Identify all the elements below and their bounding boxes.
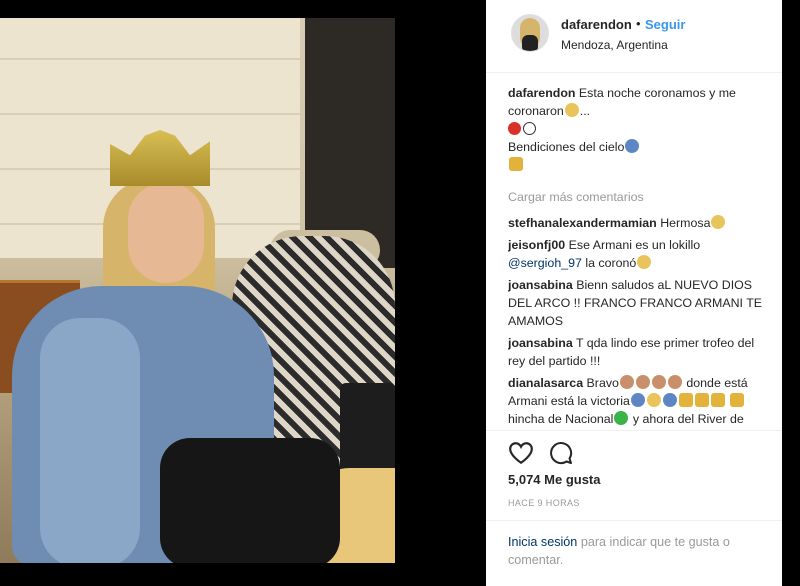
header-separator: • [636, 16, 641, 31]
raised-hands-emoji-icon [662, 393, 677, 407]
post-username[interactable]: dafarendon [561, 17, 632, 32]
comment-item: stefhanalexandermamian Hermosa [508, 214, 770, 232]
praying-emoji-icon [630, 393, 645, 407]
caption-username[interactable]: dafarendon [508, 86, 575, 100]
comment-item: dianalasarca Bravo donde está Armani est… [508, 374, 770, 430]
login-prompt: Inicia sesión para indicar que te gusta … [486, 520, 782, 567]
avatar[interactable] [511, 14, 549, 52]
post-header: dafarendon • Seguir Mendoza, Argentina [486, 0, 782, 73]
praying-emoji-icon [625, 139, 640, 153]
green-heart-icon [614, 411, 629, 425]
post-sidebar: dafarendon • Seguir Mendoza, Argentina d… [486, 0, 782, 586]
instagram-post-view: dafarendon • Seguir Mendoza, Argentina d… [0, 0, 800, 586]
post-timestamp: HACE 9 HORAS [508, 498, 580, 508]
comment-text: Ese Armani es un lokillo [568, 238, 701, 252]
comment-text-3: hincha de Nacional [508, 412, 614, 426]
trophy-icon [678, 393, 693, 407]
comment-username[interactable]: joansabina [508, 278, 573, 292]
comments-list: dafarendon Esta noche coronamos y me cor… [508, 84, 770, 430]
clap-emoji-icon [619, 375, 634, 389]
load-more-comments[interactable]: Cargar más comentarios [508, 188, 770, 206]
clap-emoji-icon [635, 375, 650, 389]
party-emoji-icon [637, 255, 652, 269]
comment-text-2: la coronó [585, 256, 637, 270]
photo-jacket-sleeve [40, 318, 140, 563]
red-circle-icon [508, 122, 521, 135]
follow-button[interactable]: Seguir [645, 17, 685, 32]
smile-emoji-icon [646, 393, 661, 407]
clap-emoji-icon [667, 375, 682, 389]
trophy-icon [509, 157, 523, 171]
comment-item: jeisonfj00 Ese Armani es un lokillo @ser… [508, 236, 770, 272]
face-emoji-icon [564, 103, 579, 117]
trophy-icon [710, 393, 725, 407]
post-actions [486, 430, 782, 476]
trophy-icon [730, 393, 745, 407]
comment-text: Bravo [586, 376, 619, 390]
post-photo[interactable] [0, 18, 395, 563]
comment-icon[interactable] [548, 441, 574, 465]
comment-username[interactable]: jeisonfj00 [508, 238, 565, 252]
photo-pants [160, 438, 340, 563]
likes-count[interactable]: 5,074 Me gusta [508, 472, 601, 487]
comment-mention-link[interactable]: @sergioh_97 [508, 256, 582, 270]
clap-emoji-icon [651, 375, 666, 389]
comment-username[interactable]: joansabina [508, 336, 573, 350]
comment-username[interactable]: stefhanalexandermamian [508, 216, 657, 230]
comment-text: Hermosa [660, 216, 711, 230]
caption: dafarendon Esta noche coronamos y me cor… [508, 84, 770, 174]
post-location[interactable]: Mendoza, Argentina [561, 38, 668, 52]
caption-text-line2: coronaron [508, 104, 564, 118]
heart-icon[interactable] [508, 441, 534, 465]
comment-item: joansabina Bienn saludos aL NUEVO DIOS D… [508, 276, 770, 330]
trophy-icon [694, 393, 709, 407]
caption-ellipsis: ... [579, 104, 591, 118]
caption-text-line1: Esta noche coronamos y me [578, 86, 736, 100]
comment-item: joansabina T qda lindo ese primer trofeo… [508, 334, 770, 370]
comment-username[interactable]: dianalasarca [508, 376, 583, 390]
white-circle-icon [523, 122, 536, 135]
photo-face [128, 183, 204, 283]
login-link[interactable]: Inicia sesión [508, 535, 577, 549]
caption-blessing: Bendiciones del cielo [508, 140, 625, 154]
smile-emoji-icon [711, 215, 726, 229]
